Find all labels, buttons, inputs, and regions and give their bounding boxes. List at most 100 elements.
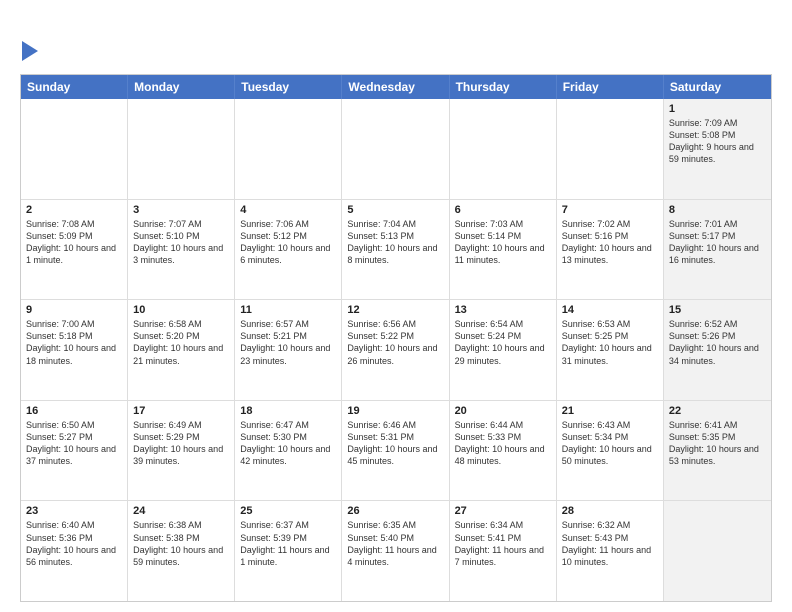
calendar-cell: 8 Sunrise: 7:01 AM Sunset: 5:17 PM Daylig… xyxy=(664,200,771,300)
day-info: Sunrise: 7:02 AM Sunset: 5:16 PM Dayligh… xyxy=(562,218,658,267)
day-number: 24 xyxy=(133,505,229,517)
calendar-cell: 27 Sunrise: 6:34 AM Sunset: 5:41 PM Dayli… xyxy=(450,501,557,601)
calendar-cell: 21 Sunrise: 6:43 AM Sunset: 5:34 PM Dayli… xyxy=(557,401,664,501)
day-number: 18 xyxy=(240,405,336,417)
day-info: Sunrise: 6:58 AM Sunset: 5:20 PM Dayligh… xyxy=(133,318,229,367)
day-number: 20 xyxy=(455,405,551,417)
calendar-cell: 23 Sunrise: 6:40 AM Sunset: 5:36 PM Dayli… xyxy=(21,501,128,601)
calendar-cell: 24 Sunrise: 6:38 AM Sunset: 5:38 PM Dayli… xyxy=(128,501,235,601)
day-info: Sunrise: 7:06 AM Sunset: 5:12 PM Dayligh… xyxy=(240,218,336,267)
day-number: 21 xyxy=(562,405,658,417)
day-info: Sunrise: 6:56 AM Sunset: 5:22 PM Dayligh… xyxy=(347,318,443,367)
day-header-saturday: Saturday xyxy=(664,75,771,99)
day-number: 25 xyxy=(240,505,336,517)
day-number: 5 xyxy=(347,204,443,216)
day-info: Sunrise: 7:00 AM Sunset: 5:18 PM Dayligh… xyxy=(26,318,122,367)
calendar-cell xyxy=(664,501,771,601)
day-info: Sunrise: 6:44 AM Sunset: 5:33 PM Dayligh… xyxy=(455,419,551,468)
calendar-cell: 5 Sunrise: 7:04 AM Sunset: 5:13 PM Daylig… xyxy=(342,200,449,300)
day-number: 17 xyxy=(133,405,229,417)
day-number: 9 xyxy=(26,304,122,316)
calendar-cell: 9 Sunrise: 7:00 AM Sunset: 5:18 PM Daylig… xyxy=(21,300,128,400)
day-number: 19 xyxy=(347,405,443,417)
calendar-week-3: 9 Sunrise: 7:00 AM Sunset: 5:18 PM Daylig… xyxy=(21,300,771,401)
day-info: Sunrise: 6:34 AM Sunset: 5:41 PM Dayligh… xyxy=(455,519,551,568)
day-header-monday: Monday xyxy=(128,75,235,99)
day-number: 26 xyxy=(347,505,443,517)
calendar-cell: 15Sunrise: 6:52 AM Sunset: 5:26 PM Dayli… xyxy=(664,300,771,400)
logo xyxy=(20,16,38,64)
day-number: 4 xyxy=(240,204,336,216)
calendar-cell xyxy=(557,99,664,199)
day-info: Sunrise: 7:04 AM Sunset: 5:13 PM Dayligh… xyxy=(347,218,443,267)
calendar-week-5: 23 Sunrise: 6:40 AM Sunset: 5:36 PM Dayli… xyxy=(21,501,771,601)
calendar-cell: 12Sunrise: 6:56 AM Sunset: 5:22 PM Dayli… xyxy=(342,300,449,400)
calendar-body: 1 Sunrise: 7:09 AM Sunset: 5:08 PM Daylig… xyxy=(21,99,771,601)
day-number: 13 xyxy=(455,304,551,316)
day-info: Sunrise: 6:49 AM Sunset: 5:29 PM Dayligh… xyxy=(133,419,229,468)
calendar-cell: 18 Sunrise: 6:47 AM Sunset: 5:30 PM Dayli… xyxy=(235,401,342,501)
day-info: Sunrise: 7:08 AM Sunset: 5:09 PM Dayligh… xyxy=(26,218,122,267)
calendar-week-2: 2 Sunrise: 7:08 AM Sunset: 5:09 PM Daylig… xyxy=(21,200,771,301)
day-info: Sunrise: 6:40 AM Sunset: 5:36 PM Dayligh… xyxy=(26,519,122,568)
day-header-thursday: Thursday xyxy=(450,75,557,99)
calendar-cell: 7 Sunrise: 7:02 AM Sunset: 5:16 PM Daylig… xyxy=(557,200,664,300)
calendar-cell: 1 Sunrise: 7:09 AM Sunset: 5:08 PM Daylig… xyxy=(664,99,771,199)
logo-arrow-icon xyxy=(22,41,38,61)
day-info: Sunrise: 6:57 AM Sunset: 5:21 PM Dayligh… xyxy=(240,318,336,367)
calendar-cell: 22 Sunrise: 6:41 AM Sunset: 5:35 PM Dayli… xyxy=(664,401,771,501)
calendar-cell xyxy=(450,99,557,199)
day-header-friday: Friday xyxy=(557,75,664,99)
day-number: 1 xyxy=(669,103,766,115)
day-number: 6 xyxy=(455,204,551,216)
calendar-cell: 19Sunrise: 6:46 AM Sunset: 5:31 PM Dayli… xyxy=(342,401,449,501)
day-info: Sunrise: 6:43 AM Sunset: 5:34 PM Dayligh… xyxy=(562,419,658,468)
day-number: 10 xyxy=(133,304,229,316)
day-number: 11 xyxy=(240,304,336,316)
day-info: Sunrise: 7:09 AM Sunset: 5:08 PM Dayligh… xyxy=(669,117,766,166)
calendar-cell: 6 Sunrise: 7:03 AM Sunset: 5:14 PM Daylig… xyxy=(450,200,557,300)
calendar-cell: 25 Sunrise: 6:37 AM Sunset: 5:39 PM Dayli… xyxy=(235,501,342,601)
page: SundayMondayTuesdayWednesdayThursdayFrid… xyxy=(0,0,792,612)
day-info: Sunrise: 6:32 AM Sunset: 5:43 PM Dayligh… xyxy=(562,519,658,568)
calendar-cell: 2 Sunrise: 7:08 AM Sunset: 5:09 PM Daylig… xyxy=(21,200,128,300)
calendar-header: SundayMondayTuesdayWednesdayThursdayFrid… xyxy=(21,75,771,99)
calendar-cell: 28Sunrise: 6:32 AM Sunset: 5:43 PM Dayli… xyxy=(557,501,664,601)
day-info: Sunrise: 6:41 AM Sunset: 5:35 PM Dayligh… xyxy=(669,419,766,468)
calendar-cell: 4 Sunrise: 7:06 AM Sunset: 5:12 PM Daylig… xyxy=(235,200,342,300)
calendar-cell: 16 Sunrise: 6:50 AM Sunset: 5:27 PM Dayli… xyxy=(21,401,128,501)
calendar-cell: 13 Sunrise: 6:54 AM Sunset: 5:24 PM Dayli… xyxy=(450,300,557,400)
day-header-wednesday: Wednesday xyxy=(342,75,449,99)
day-number: 27 xyxy=(455,505,551,517)
calendar-cell: 14 Sunrise: 6:53 AM Sunset: 5:25 PM Dayli… xyxy=(557,300,664,400)
day-info: Sunrise: 6:50 AM Sunset: 5:27 PM Dayligh… xyxy=(26,419,122,468)
day-info: Sunrise: 6:35 AM Sunset: 5:40 PM Dayligh… xyxy=(347,519,443,568)
day-number: 8 xyxy=(669,204,766,216)
day-info: Sunrise: 6:47 AM Sunset: 5:30 PM Dayligh… xyxy=(240,419,336,468)
day-number: 23 xyxy=(26,505,122,517)
day-number: 22 xyxy=(669,405,766,417)
day-info: Sunrise: 7:01 AM Sunset: 5:17 PM Dayligh… xyxy=(669,218,766,267)
day-info: Sunrise: 7:07 AM Sunset: 5:10 PM Dayligh… xyxy=(133,218,229,267)
day-info: Sunrise: 6:53 AM Sunset: 5:25 PM Dayligh… xyxy=(562,318,658,367)
day-number: 3 xyxy=(133,204,229,216)
calendar-cell: 10 Sunrise: 6:58 AM Sunset: 5:20 PM Dayli… xyxy=(128,300,235,400)
day-info: Sunrise: 6:54 AM Sunset: 5:24 PM Dayligh… xyxy=(455,318,551,367)
calendar-cell: 20 Sunrise: 6:44 AM Sunset: 5:33 PM Dayli… xyxy=(450,401,557,501)
day-info: Sunrise: 6:38 AM Sunset: 5:38 PM Dayligh… xyxy=(133,519,229,568)
calendar-cell: 17 Sunrise: 6:49 AM Sunset: 5:29 PM Dayli… xyxy=(128,401,235,501)
calendar: SundayMondayTuesdayWednesdayThursdayFrid… xyxy=(20,74,772,602)
calendar-cell: 3 Sunrise: 7:07 AM Sunset: 5:10 PM Daylig… xyxy=(128,200,235,300)
day-number: 7 xyxy=(562,204,658,216)
day-number: 16 xyxy=(26,405,122,417)
calendar-cell xyxy=(21,99,128,199)
calendar-week-1: 1 Sunrise: 7:09 AM Sunset: 5:08 PM Daylig… xyxy=(21,99,771,200)
day-info: Sunrise: 7:03 AM Sunset: 5:14 PM Dayligh… xyxy=(455,218,551,267)
day-info: Sunrise: 6:37 AM Sunset: 5:39 PM Dayligh… xyxy=(240,519,336,568)
calendar-cell xyxy=(235,99,342,199)
day-header-sunday: Sunday xyxy=(21,75,128,99)
day-number: 2 xyxy=(26,204,122,216)
day-number: 15 xyxy=(669,304,766,316)
day-number: 14 xyxy=(562,304,658,316)
calendar-cell: 26 Sunrise: 6:35 AM Sunset: 5:40 PM Dayli… xyxy=(342,501,449,601)
